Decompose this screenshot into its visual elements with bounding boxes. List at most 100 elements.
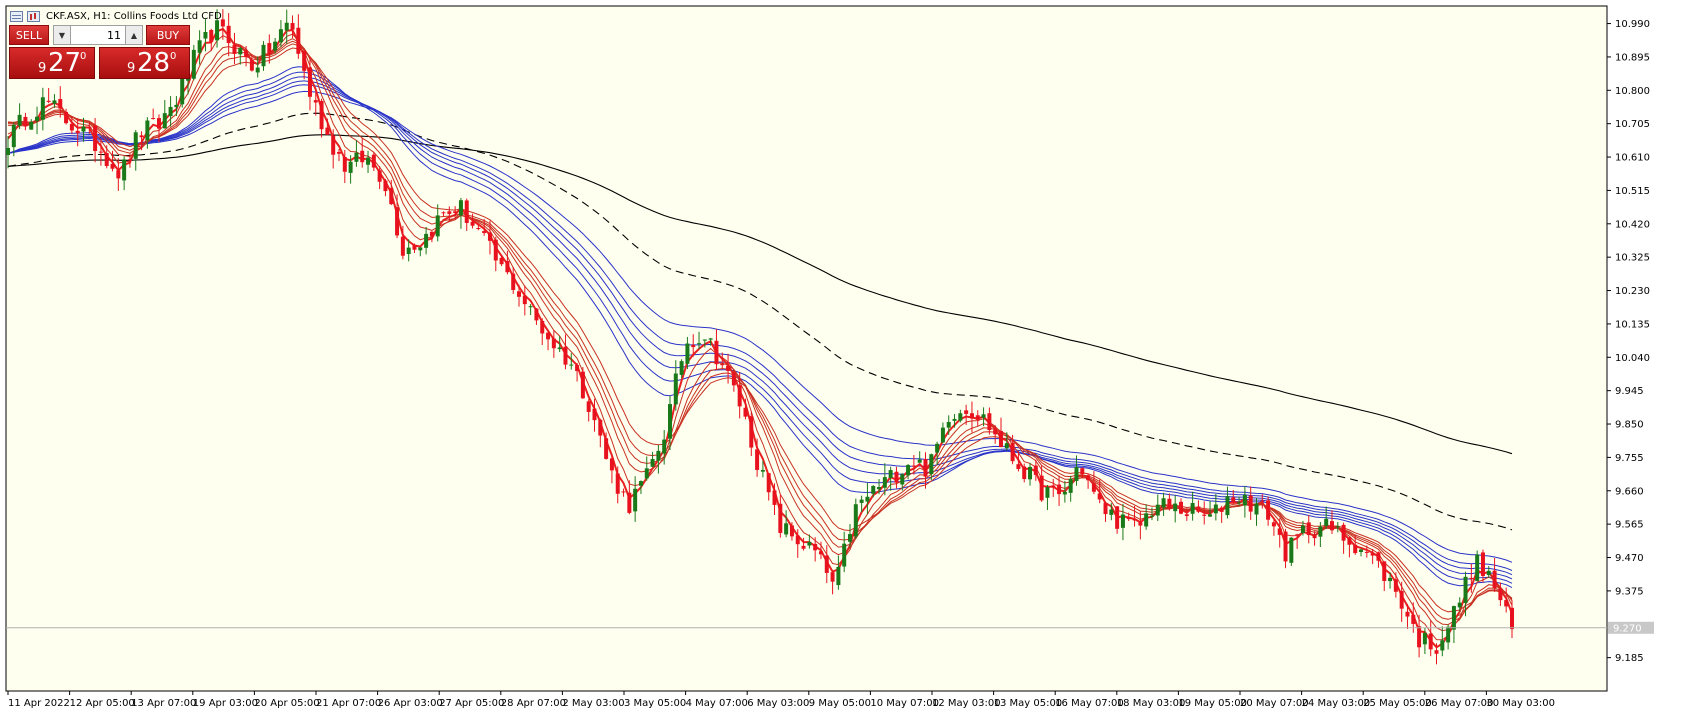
price-tick-label: 9.660 [1615,486,1644,497]
buy-price[interactable]: 9 28 0 [99,47,190,79]
price-tick-label: 9.565 [1615,520,1644,531]
candle-body [801,545,806,549]
candle-body [609,458,614,471]
candle-body [1016,464,1021,469]
candle-body [1109,509,1114,515]
candle-body [935,443,940,453]
candle-body [11,124,16,148]
candle-body [952,418,957,421]
candle-body [1341,524,1346,541]
candle-body [69,123,74,131]
candle-body [482,231,487,234]
candle-body [726,365,731,371]
candle-body [1051,485,1056,488]
candle-body [197,40,202,53]
candle-body [569,364,574,366]
candle-body [464,200,469,223]
candle-body [911,465,916,467]
one-click-trading-panel: SELL ▼ ▲ BUY 9 27 0 9 28 0 [9,25,196,79]
candle-body [1126,517,1131,520]
time-tick-label: 27 Apr 05:00 [439,698,504,709]
candle-body [975,415,980,420]
candle-body [1103,502,1108,515]
candle-body [6,147,10,156]
candle-body [1277,528,1282,535]
candle-body [517,291,522,297]
candle-body [737,385,742,407]
candle-body [331,135,336,155]
candle-body [226,25,231,44]
candle-body [1208,514,1213,517]
sell-price[interactable]: 9 27 0 [9,47,95,79]
time-tick-label: 4 May 07:00 [686,698,748,709]
candle-body [400,236,405,256]
candle-body [1393,579,1398,592]
candle-body [354,152,359,162]
lot-decrease-icon[interactable]: ▼ [54,26,71,44]
candle-body [877,487,882,490]
candle-body [487,232,492,241]
buy-price-prefix: 9 [127,61,136,76]
candle-body [342,156,347,172]
candle-body [505,260,510,273]
candle-body [888,470,893,478]
buy-button[interactable]: BUY [146,25,190,45]
candle-body [638,481,643,486]
lot-size-control: ▼ ▲ [53,25,143,45]
candle-body [743,407,748,417]
candle-body [151,118,156,120]
sell-price-fraction: 0 [80,51,87,62]
candle-body [133,132,138,159]
price-tick-label: 10.610 [1615,153,1650,164]
time-tick-label: 26 May 07:00 [1425,698,1494,709]
time-tick-label: 28 Apr 07:00 [501,698,566,709]
candle-body [958,413,963,421]
candle-body [1463,576,1468,604]
candle-body [871,485,876,494]
price-chart[interactable]: 10.990 10.895 10.800 10.705 10.610 10.515 10.4… [0,0,1691,715]
candle-body [493,239,498,261]
time-tick-label: 3 May 05:00 [624,698,686,709]
time-axis[interactable]: 11 Apr 2022 12 Apr 05:0013 Apr 07:0019 Ap… [7,691,1555,709]
price-axis[interactable]: 10.990 10.895 10.800 10.705 10.610 10.515 10.4… [1607,19,1650,664]
candle-body [749,416,754,448]
candle-body [1486,570,1491,575]
candle-body [278,29,283,43]
candle-body [1045,487,1050,498]
time-tick-label: 30 May 03:00 [1486,698,1555,709]
candle-body [1289,537,1294,563]
sell-button[interactable]: SELL [9,25,49,45]
candle-body [29,121,34,130]
candle-body [592,408,597,421]
candle-body [1161,498,1166,508]
lot-size-input[interactable] [71,26,125,44]
candle-body [1057,484,1062,495]
price-tick-label: 10.990 [1615,19,1650,30]
candle-body [772,490,777,505]
time-tick-label: 24 May 03:00 [1302,698,1371,709]
time-tick-label: 25 May 05:00 [1363,698,1432,709]
candle-body [238,48,243,55]
sell-price-main: 27 [48,48,82,78]
chart-window-icon[interactable] [10,10,23,22]
candle-body [110,163,115,169]
candle-body [621,491,626,493]
candle-body [940,427,945,443]
candle-body [1440,640,1445,651]
candle-body [598,419,603,436]
candle-body [1022,466,1027,480]
time-tick-label: 11 Apr 2022 [8,698,70,709]
candle-body [98,151,103,153]
time-tick-label: 6 May 03:00 [747,698,809,709]
chart-window[interactable]: 10.990 10.895 10.800 10.705 10.610 10.515 10.4… [0,0,1691,715]
lot-increase-icon[interactable]: ▲ [125,26,142,44]
candle-body [290,23,295,30]
candle-body [267,43,272,54]
candle-body [284,22,289,31]
candle-body [807,542,812,546]
candle-body [1033,465,1038,475]
time-tick-label: 20 May 07:00 [1240,698,1309,709]
candle-body [894,471,899,483]
bar-chart-icon[interactable] [27,10,40,22]
candle-body [395,207,400,236]
